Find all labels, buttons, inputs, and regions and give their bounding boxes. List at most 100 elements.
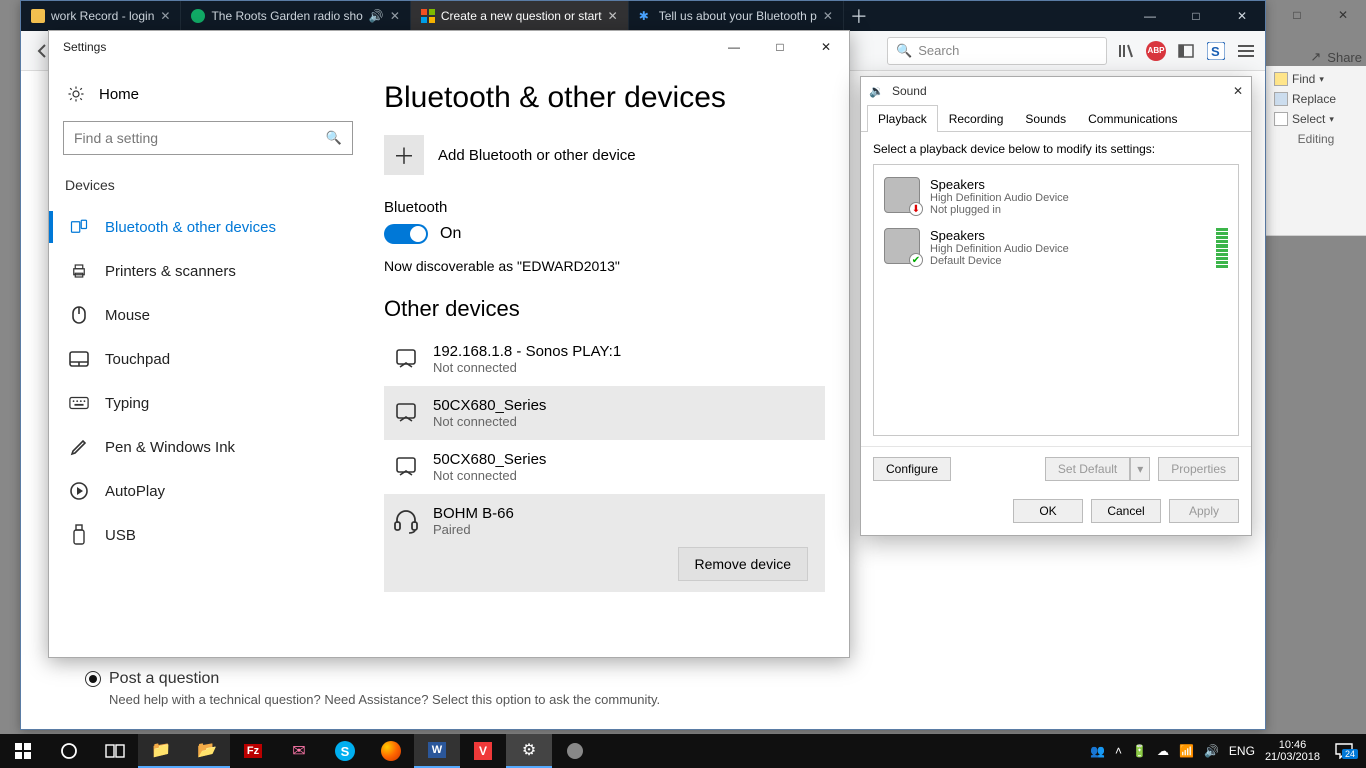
home-label: Home: [99, 86, 139, 103]
taskbar-explorer2[interactable]: 📂: [184, 734, 230, 768]
minimize-button[interactable]: ―: [1127, 1, 1173, 31]
speaker-device-icon: ✔: [884, 228, 920, 264]
tray-language[interactable]: ENG: [1229, 744, 1255, 758]
speaker-device-icon: ⬇: [884, 177, 920, 213]
device-status: Not connected: [433, 360, 621, 375]
taskbar-settings[interactable]: ⚙: [506, 734, 552, 768]
configure-button[interactable]: Configure: [873, 457, 951, 481]
device-50cx680-1[interactable]: 50CX680_Series Not connected: [384, 386, 825, 440]
taskbar-explorer1[interactable]: 📁: [138, 734, 184, 768]
sogou-icon[interactable]: S: [1205, 40, 1227, 62]
close-icon[interactable]: ✕: [160, 9, 170, 23]
maximize-button[interactable]: □: [757, 31, 803, 63]
close-button[interactable]: ✕: [803, 31, 849, 63]
nav-typing[interactable]: Typing: [63, 381, 359, 425]
search-icon: 🔍: [326, 130, 342, 146]
nav-touchpad[interactable]: Touchpad: [63, 337, 359, 381]
tab-roots-garden[interactable]: The Roots Garden radio sho 🔊 ✕: [181, 1, 410, 31]
other-devices-heading: Other devices: [384, 296, 825, 322]
usb-icon: [69, 525, 89, 545]
minimize-button[interactable]: ―: [711, 31, 757, 63]
playback-device-unplugged[interactable]: ⬇ Speakers High Definition Audio Device …: [880, 171, 1232, 222]
close-button[interactable]: ✕: [1233, 84, 1243, 98]
tray-volume-icon[interactable]: 🔊: [1204, 744, 1219, 758]
nav-label: Touchpad: [105, 351, 170, 368]
add-device-label: Add Bluetooth or other device: [438, 147, 636, 164]
pb-device-name: Speakers: [930, 177, 1069, 192]
add-device-button[interactable]: ＋ Add Bluetooth or other device: [384, 135, 825, 175]
bg-maximize-icon[interactable]: □: [1274, 0, 1320, 30]
nav-bluetooth[interactable]: Bluetooth & other devices: [63, 205, 359, 249]
device-50cx680-2[interactable]: 50CX680_Series Not connected: [384, 440, 825, 494]
bg-close-icon[interactable]: ✕: [1320, 0, 1366, 30]
maximize-button[interactable]: □: [1173, 1, 1219, 31]
playback-device-default[interactable]: ✔ Speakers High Definition Audio Device …: [880, 222, 1232, 274]
nav-pen[interactable]: Pen & Windows Ink: [63, 425, 359, 469]
properties-button[interactable]: Properties: [1158, 457, 1239, 481]
tab-communications[interactable]: Communications: [1077, 105, 1188, 132]
close-icon[interactable]: ✕: [608, 9, 618, 23]
find-setting-input[interactable]: Find a setting 🔍: [63, 121, 353, 155]
nav-printers[interactable]: Printers & scanners: [63, 249, 359, 293]
replace-button[interactable]: Replace: [1274, 92, 1358, 106]
set-default-button[interactable]: Set Default: [1045, 457, 1130, 481]
tab-create-question[interactable]: Create a new question or start ✕: [411, 1, 629, 31]
sound-dialog: 🔉 Sound ✕ Playback Recording Sounds Comm…: [860, 76, 1252, 536]
nav-autoplay[interactable]: AutoPlay: [63, 469, 359, 513]
search-input[interactable]: 🔍 Search: [887, 37, 1107, 65]
find-button[interactable]: Find▾: [1274, 72, 1358, 86]
svg-text:S: S: [1211, 44, 1220, 59]
select-button[interactable]: Select▾: [1274, 112, 1358, 126]
tab-playback[interactable]: Playback: [867, 105, 938, 132]
tray-people-icon[interactable]: 👥: [1090, 744, 1105, 758]
close-button[interactable]: ✕: [1219, 1, 1265, 31]
tab-sounds[interactable]: Sounds: [1014, 105, 1077, 132]
close-icon[interactable]: ✕: [390, 9, 400, 23]
taskbar-skype[interactable]: S: [322, 734, 368, 768]
tab-work-record[interactable]: work Record - login ✕: [21, 1, 181, 31]
menu-button[interactable]: [1235, 40, 1257, 62]
radio-selected-icon[interactable]: [85, 671, 101, 687]
home-button[interactable]: Home: [63, 77, 359, 121]
device-bohm[interactable]: BOHM B-66 Paired Remove device: [384, 494, 825, 592]
task-view-button[interactable]: [92, 734, 138, 768]
ok-button[interactable]: OK: [1013, 499, 1083, 523]
pb-device-status: Default Device: [930, 255, 1069, 267]
sidebar-icon[interactable]: [1175, 40, 1197, 62]
cortana-button[interactable]: [46, 734, 92, 768]
word-ribbon-editing: Find▾ Replace Select▾ Editing: [1266, 66, 1366, 236]
speaker-icon: 🔉: [869, 84, 884, 98]
apply-button[interactable]: Apply: [1169, 499, 1239, 523]
device-sonos[interactable]: 192.168.1.8 - Sonos PLAY:1 Not connected: [384, 332, 825, 386]
close-icon[interactable]: ✕: [823, 9, 833, 23]
tab-bluetooth-tellus[interactable]: ✱ Tell us about your Bluetooth p ✕: [629, 1, 844, 31]
tray-clock[interactable]: 10:46 21/03/2018: [1265, 739, 1320, 763]
tray-wifi-icon[interactable]: 📶: [1179, 744, 1194, 758]
tab-recording[interactable]: Recording: [938, 105, 1015, 132]
taskbar: 📁 📂 Fz ✉ S W V ⚙ 👥 ˄ 🔋 ☁ 📶 🔊 ENG 10:46 2…: [0, 734, 1366, 768]
set-default-dropdown[interactable]: ▾: [1130, 457, 1150, 481]
action-center-button[interactable]: 24: [1330, 743, 1358, 759]
post-question-option[interactable]: Post a question Need help with a technic…: [85, 670, 660, 707]
taskbar-vivaldi[interactable]: V: [460, 734, 506, 768]
remove-device-button[interactable]: Remove device: [678, 547, 809, 581]
start-button[interactable]: [0, 734, 46, 768]
taskbar-filezilla[interactable]: Fz: [230, 734, 276, 768]
playback-device-list: ⬇ Speakers High Definition Audio Device …: [873, 164, 1239, 436]
taskbar-mail[interactable]: ✉: [276, 734, 322, 768]
taskbar-word[interactable]: W: [414, 734, 460, 768]
discoverable-text: Now discoverable as "EDWARD2013": [384, 258, 825, 274]
bluetooth-toggle[interactable]: [384, 224, 428, 244]
adblock-icon[interactable]: ABP: [1145, 40, 1167, 62]
cancel-button[interactable]: Cancel: [1091, 499, 1161, 523]
new-tab-button[interactable]: ＋: [844, 1, 874, 31]
tray-battery-icon[interactable]: 🔋: [1132, 744, 1147, 758]
tray-chevron-up-icon[interactable]: ˄: [1115, 744, 1122, 758]
taskbar-firefox[interactable]: [368, 734, 414, 768]
nav-usb[interactable]: USB: [63, 513, 359, 557]
tray-onedrive-icon[interactable]: ☁: [1157, 744, 1169, 758]
check-overlay-icon: ✔: [909, 253, 923, 267]
library-icon[interactable]: [1115, 40, 1137, 62]
taskbar-app[interactable]: [552, 734, 598, 768]
nav-mouse[interactable]: Mouse: [63, 293, 359, 337]
